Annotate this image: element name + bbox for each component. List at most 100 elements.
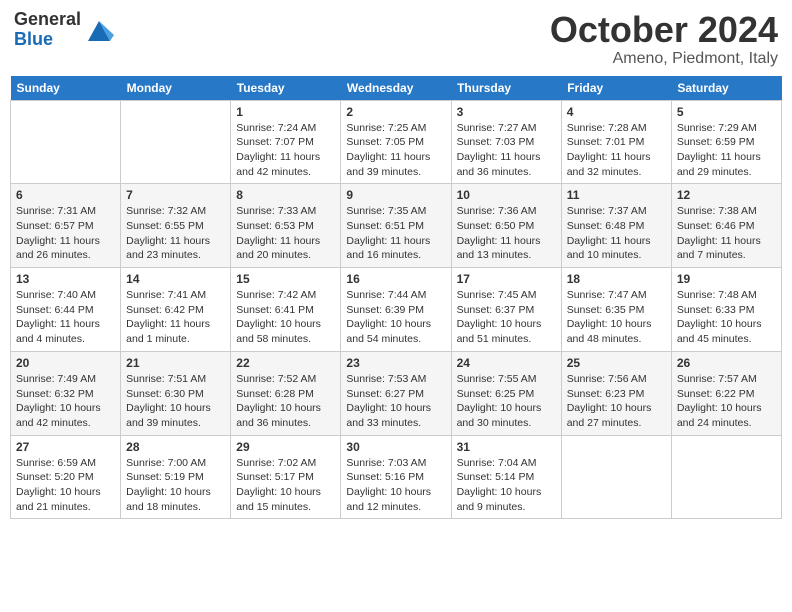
day-number: 22	[236, 356, 335, 370]
day-info: Sunrise: 7:52 AM Sunset: 6:28 PM Dayligh…	[236, 372, 335, 431]
day-info: Sunrise: 6:59 AM Sunset: 5:20 PM Dayligh…	[16, 456, 115, 515]
day-info: Sunrise: 7:56 AM Sunset: 6:23 PM Dayligh…	[567, 372, 666, 431]
day-number: 25	[567, 356, 666, 370]
logo-text: General Blue	[14, 10, 81, 50]
day-number: 18	[567, 272, 666, 286]
day-info: Sunrise: 7:36 AM Sunset: 6:50 PM Dayligh…	[457, 204, 556, 263]
calendar-cell: 7Sunrise: 7:32 AM Sunset: 6:55 PM Daylig…	[121, 184, 231, 268]
day-info: Sunrise: 7:33 AM Sunset: 6:53 PM Dayligh…	[236, 204, 335, 263]
day-number: 20	[16, 356, 115, 370]
calendar-week-row: 13 Sunrise: 7:40 AM Sunset: 6:44 PM Dayli…	[11, 268, 782, 352]
calendar-cell	[671, 435, 781, 519]
day-number: 7	[126, 188, 225, 202]
page-header: General Blue October 2024 Ameno, Piedmon…	[10, 10, 782, 68]
weekday-header: Thursday	[451, 76, 561, 101]
calendar-cell: 10 Sunrise: 7:36 AM Sunset: 6:50 PM Dayli…	[451, 184, 561, 268]
calendar-cell: 2 Sunrise: 7:25 AM Sunset: 7:05 PM Daylig…	[341, 100, 451, 184]
day-number: 1	[236, 105, 335, 119]
day-info: Sunrise: 7:27 AM Sunset: 7:03 PM Dayligh…	[457, 121, 556, 180]
weekday-header-row: SundayMondayTuesdayWednesdayThursdayFrid…	[11, 76, 782, 101]
day-number: 27	[16, 440, 115, 454]
day-number: 19	[677, 272, 776, 286]
calendar-cell	[11, 100, 121, 184]
title-block: October 2024 Ameno, Piedmont, Italy	[550, 10, 778, 68]
weekday-header: Monday	[121, 76, 231, 101]
calendar-cell: 17 Sunrise: 7:45 AM Sunset: 6:37 PM Dayli…	[451, 268, 561, 352]
day-number: 15	[236, 272, 335, 286]
logo-icon	[84, 15, 114, 45]
day-number: 11	[567, 188, 666, 202]
day-number: 23	[346, 356, 445, 370]
calendar-cell: 21 Sunrise: 7:51 AM Sunset: 6:30 PM Dayli…	[121, 351, 231, 435]
day-info: Sunrise: 7:42 AM Sunset: 6:41 PM Dayligh…	[236, 288, 335, 347]
day-info: Sunrise: 7:40 AM Sunset: 6:44 PM Dayligh…	[16, 288, 115, 347]
calendar-cell: 20 Sunrise: 7:49 AM Sunset: 6:32 PM Dayli…	[11, 351, 121, 435]
month-title: October 2024	[550, 10, 778, 50]
day-number: 28	[126, 440, 225, 454]
calendar-cell: 23 Sunrise: 7:53 AM Sunset: 6:27 PM Dayli…	[341, 351, 451, 435]
day-number: 3	[457, 105, 556, 119]
logo-blue: Blue	[14, 30, 81, 50]
day-number: 21	[126, 356, 225, 370]
calendar-cell: 18 Sunrise: 7:47 AM Sunset: 6:35 PM Dayli…	[561, 268, 671, 352]
calendar-cell: 14 Sunrise: 7:41 AM Sunset: 6:42 PM Dayli…	[121, 268, 231, 352]
day-info: Sunrise: 7:29 AM Sunset: 6:59 PM Dayligh…	[677, 121, 776, 180]
day-number: 31	[457, 440, 556, 454]
day-info: Sunrise: 7:37 AM Sunset: 6:48 PM Dayligh…	[567, 204, 666, 263]
day-info: Sunrise: 7:44 AM Sunset: 6:39 PM Dayligh…	[346, 288, 445, 347]
day-info: Sunrise: 7:41 AM Sunset: 6:42 PM Dayligh…	[126, 288, 225, 347]
day-number: 4	[567, 105, 666, 119]
calendar-cell	[561, 435, 671, 519]
weekday-header: Wednesday	[341, 76, 451, 101]
weekday-header: Tuesday	[231, 76, 341, 101]
day-number: 14	[126, 272, 225, 286]
calendar-cell	[121, 100, 231, 184]
day-number: 24	[457, 356, 556, 370]
logo-general: General	[14, 10, 81, 30]
calendar-week-row: 1Sunrise: 7:24 AM Sunset: 7:07 PM Daylig…	[11, 100, 782, 184]
calendar-cell: 3 Sunrise: 7:27 AM Sunset: 7:03 PM Daylig…	[451, 100, 561, 184]
day-number: 30	[346, 440, 445, 454]
day-number: 17	[457, 272, 556, 286]
calendar-week-row: 27 Sunrise: 6:59 AM Sunset: 5:20 PM Dayli…	[11, 435, 782, 519]
calendar-cell: 24 Sunrise: 7:55 AM Sunset: 6:25 PM Dayli…	[451, 351, 561, 435]
day-info: Sunrise: 7:03 AM Sunset: 5:16 PM Dayligh…	[346, 456, 445, 515]
day-info: Sunrise: 7:53 AM Sunset: 6:27 PM Dayligh…	[346, 372, 445, 431]
calendar-week-row: 20 Sunrise: 7:49 AM Sunset: 6:32 PM Dayli…	[11, 351, 782, 435]
calendar-cell: 28 Sunrise: 7:00 AM Sunset: 5:19 PM Dayli…	[121, 435, 231, 519]
weekday-header: Saturday	[671, 76, 781, 101]
day-number: 13	[16, 272, 115, 286]
day-info: Sunrise: 7:55 AM Sunset: 6:25 PM Dayligh…	[457, 372, 556, 431]
calendar-cell: 9 Sunrise: 7:35 AM Sunset: 6:51 PM Daylig…	[341, 184, 451, 268]
day-info: Sunrise: 7:02 AM Sunset: 5:17 PM Dayligh…	[236, 456, 335, 515]
calendar-table: SundayMondayTuesdayWednesdayThursdayFrid…	[10, 76, 782, 520]
day-number: 26	[677, 356, 776, 370]
calendar-cell: 30 Sunrise: 7:03 AM Sunset: 5:16 PM Dayli…	[341, 435, 451, 519]
logo: General Blue	[14, 10, 114, 50]
day-info: Sunrise: 7:28 AM Sunset: 7:01 PM Dayligh…	[567, 121, 666, 180]
day-info: Sunrise: 7:47 AM Sunset: 6:35 PM Dayligh…	[567, 288, 666, 347]
calendar-cell: 25 Sunrise: 7:56 AM Sunset: 6:23 PM Dayli…	[561, 351, 671, 435]
calendar-cell: 15 Sunrise: 7:42 AM Sunset: 6:41 PM Dayli…	[231, 268, 341, 352]
day-number: 2	[346, 105, 445, 119]
day-number: 9	[346, 188, 445, 202]
calendar-cell: 11 Sunrise: 7:37 AM Sunset: 6:48 PM Dayli…	[561, 184, 671, 268]
day-number: 29	[236, 440, 335, 454]
day-info: Sunrise: 7:25 AM Sunset: 7:05 PM Dayligh…	[346, 121, 445, 180]
day-info: Sunrise: 7:45 AM Sunset: 6:37 PM Dayligh…	[457, 288, 556, 347]
calendar-cell: 6 Sunrise: 7:31 AM Sunset: 6:57 PM Daylig…	[11, 184, 121, 268]
weekday-header: Friday	[561, 76, 671, 101]
calendar-cell: 8 Sunrise: 7:33 AM Sunset: 6:53 PM Daylig…	[231, 184, 341, 268]
calendar-cell: 4 Sunrise: 7:28 AM Sunset: 7:01 PM Daylig…	[561, 100, 671, 184]
day-info: Sunrise: 7:35 AM Sunset: 6:51 PM Dayligh…	[346, 204, 445, 263]
day-info: Sunrise: 7:00 AM Sunset: 5:19 PM Dayligh…	[126, 456, 225, 515]
day-number: 12	[677, 188, 776, 202]
day-info: Sunrise: 7:48 AM Sunset: 6:33 PM Dayligh…	[677, 288, 776, 347]
calendar-week-row: 6 Sunrise: 7:31 AM Sunset: 6:57 PM Daylig…	[11, 184, 782, 268]
day-info: Sunrise: 7:31 AM Sunset: 6:57 PM Dayligh…	[16, 204, 115, 263]
day-number: 10	[457, 188, 556, 202]
day-number: 6	[16, 188, 115, 202]
day-info: Sunrise: 7:51 AM Sunset: 6:30 PM Dayligh…	[126, 372, 225, 431]
day-info: Sunrise: 7:49 AM Sunset: 6:32 PM Dayligh…	[16, 372, 115, 431]
day-number: 8	[236, 188, 335, 202]
